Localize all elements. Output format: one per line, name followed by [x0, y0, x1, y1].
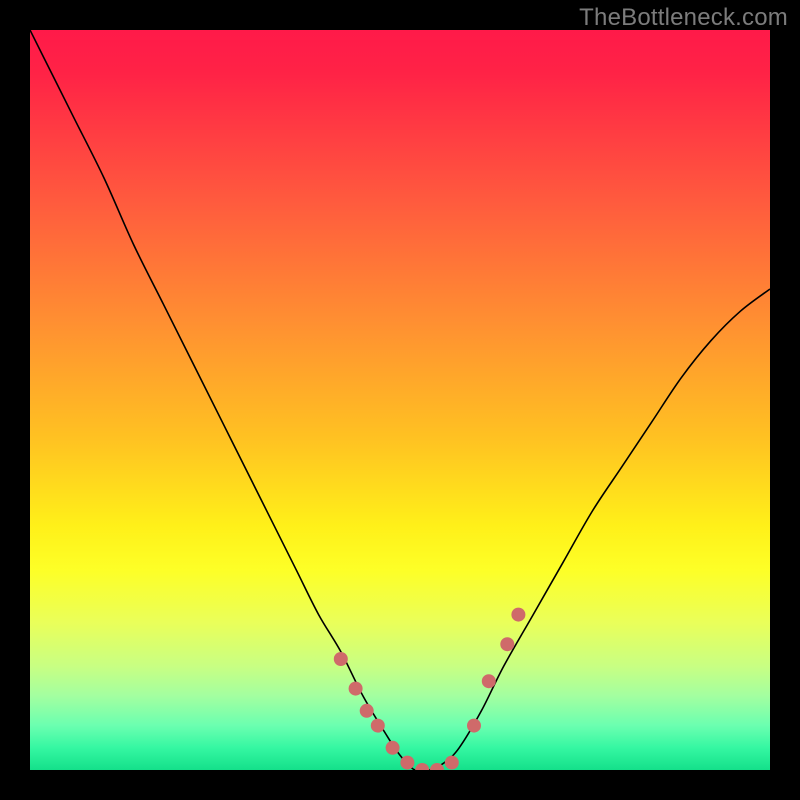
marker-dot [360, 704, 374, 718]
marker-dot [467, 719, 481, 733]
marker-dot [511, 608, 525, 622]
marker-dot [349, 682, 363, 696]
marker-dot [400, 756, 414, 770]
marker-dot [500, 637, 514, 651]
marker-dot [445, 756, 459, 770]
gradient-background [30, 30, 770, 770]
chart-container: TheBottleneck.com [0, 0, 800, 800]
marker-dot [334, 652, 348, 666]
bottleneck-plot [30, 30, 770, 770]
marker-dot [386, 741, 400, 755]
watermark-text: TheBottleneck.com [579, 4, 788, 32]
marker-dot [482, 674, 496, 688]
marker-dot [371, 719, 385, 733]
